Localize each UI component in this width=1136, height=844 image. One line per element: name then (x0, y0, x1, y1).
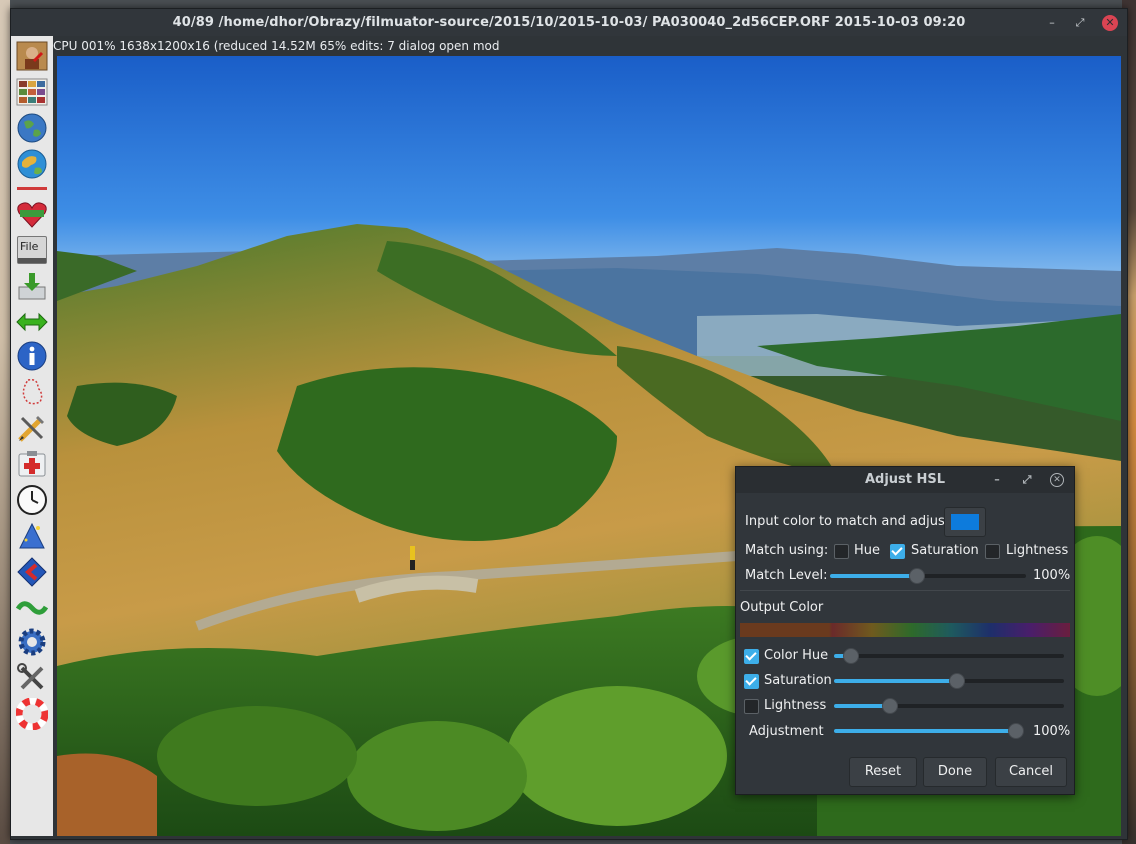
magic-button[interactable] (15, 520, 49, 552)
settings-button[interactable] (15, 626, 49, 658)
adjustment-fill (834, 729, 1015, 733)
color-hue-label: Color Hue (764, 648, 829, 663)
repair-button[interactable] (15, 448, 49, 480)
adjust-hsl-dialog: Adjust HSL – ⤢ ✕ Input color to match an… (735, 466, 1075, 795)
match-lightness-checkbox[interactable] (985, 544, 1000, 559)
color-hue-checkbox[interactable] (744, 649, 759, 664)
match-level-handle[interactable] (909, 568, 926, 584)
repair-icon (18, 451, 46, 477)
geotag-button[interactable] (15, 112, 49, 144)
info-icon (17, 341, 47, 371)
saturation-handle[interactable] (948, 673, 965, 689)
edit-image-icon (16, 41, 48, 71)
status-line: CPU 001% 1638x1200x16 (reduced 14.52M 65… (53, 39, 500, 53)
color-hue-slider[interactable] (834, 648, 1064, 664)
edit-tools-icon (18, 416, 44, 442)
lightness-label: Lightness (764, 698, 827, 713)
window-title: 40/89 /home/dhor/Obrazy/filmuator-source… (172, 15, 966, 30)
match-saturation-label: Saturation (911, 543, 979, 558)
tools-button[interactable] (15, 662, 49, 694)
match-level-slider[interactable] (830, 568, 1026, 584)
tools-icon (17, 663, 44, 690)
dialog-close-button[interactable]: ✕ (1050, 473, 1064, 487)
link-button[interactable] (15, 592, 49, 624)
file-menu-label: File (20, 240, 39, 253)
lightness-handle[interactable] (882, 698, 899, 714)
select-area-button[interactable] (15, 376, 49, 408)
color-hue-handle[interactable] (843, 648, 860, 664)
adjustment-slider[interactable] (834, 723, 1024, 739)
input-color-label: Input color to match and adjust: (745, 514, 955, 529)
clock-icon (17, 485, 47, 515)
dialog-minimize-button[interactable]: – (989, 472, 1005, 488)
match-saturation-checkbox[interactable] (890, 544, 905, 559)
maximize-button[interactable]: ⤢ (1072, 15, 1088, 31)
save-icon (18, 273, 46, 300)
favorites-icon (17, 202, 47, 228)
select-area-icon (22, 378, 43, 405)
prev-next-button[interactable] (15, 306, 49, 338)
window-titlebar[interactable]: 40/89 /home/dhor/Obrazy/filmuator-source… (11, 9, 1127, 36)
input-color-button[interactable] (944, 507, 986, 537)
clock-button[interactable] (15, 484, 49, 516)
lightness-checkbox[interactable] (744, 699, 759, 714)
link-icon (16, 601, 48, 615)
saturation-checkbox[interactable] (744, 674, 759, 689)
match-hue-checkbox[interactable] (834, 544, 849, 559)
match-level-value: 100% (1033, 568, 1071, 583)
tool-sidebar: File (11, 36, 53, 836)
reset-button[interactable]: Reset (849, 757, 917, 787)
input-color-swatch (951, 514, 979, 530)
world-map-icon (17, 149, 47, 179)
match-lightness-label: Lightness (1006, 543, 1069, 558)
toolbar-divider (15, 182, 49, 194)
saturation-label: Saturation (764, 673, 832, 688)
output-color-bar (740, 623, 1070, 637)
lightness-slider[interactable] (834, 698, 1064, 714)
globe-icon (17, 113, 47, 143)
help-icon (16, 698, 48, 730)
batch-icon (17, 557, 47, 587)
saturation-slider[interactable] (834, 673, 1064, 689)
favorites-button[interactable] (15, 198, 49, 230)
dialog-separator (740, 590, 1070, 591)
close-button[interactable]: ✕ (1102, 15, 1118, 31)
minimize-button[interactable]: – (1044, 15, 1060, 31)
adjustment-label: Adjustment (749, 724, 824, 739)
image-viewer-window: 40/89 /home/dhor/Obrazy/filmuator-source… (10, 8, 1128, 840)
save-button[interactable] (15, 270, 49, 302)
done-button[interactable]: Done (923, 757, 987, 787)
settings-icon (18, 628, 46, 656)
adjustment-handle[interactable] (1007, 723, 1024, 739)
saturation-fill (834, 679, 956, 683)
batch-button[interactable] (15, 556, 49, 588)
adjustment-value: 100% (1033, 724, 1071, 739)
file-menu-icon: File (17, 236, 47, 264)
world-map-button[interactable] (15, 148, 49, 180)
dialog-titlebar[interactable]: Adjust HSL – ⤢ ✕ (736, 467, 1074, 493)
cancel-button[interactable]: Cancel (995, 757, 1067, 787)
dialog-maximize-button[interactable]: ⤢ (1019, 472, 1035, 488)
info-button[interactable] (15, 340, 49, 372)
match-hue-label: Hue (854, 543, 881, 558)
gallery-icon (16, 78, 48, 106)
gallery-button[interactable] (15, 76, 49, 108)
divider-icon (17, 187, 47, 190)
match-level-fill (830, 574, 917, 578)
output-color-label: Output Color (740, 600, 824, 615)
desktop-background-left (0, 0, 10, 844)
edit-tools-button[interactable] (15, 412, 49, 444)
help-button[interactable] (15, 698, 49, 730)
edit-image-button[interactable] (15, 40, 49, 72)
prev-next-icon (16, 312, 48, 332)
match-using-label: Match using: (745, 543, 829, 558)
match-level-label: Match Level: (745, 568, 828, 583)
dialog-title: Adjust HSL (864, 472, 946, 487)
file-menu-button[interactable]: File (15, 234, 49, 266)
lightness-fill (834, 704, 890, 708)
magic-icon (19, 522, 45, 549)
